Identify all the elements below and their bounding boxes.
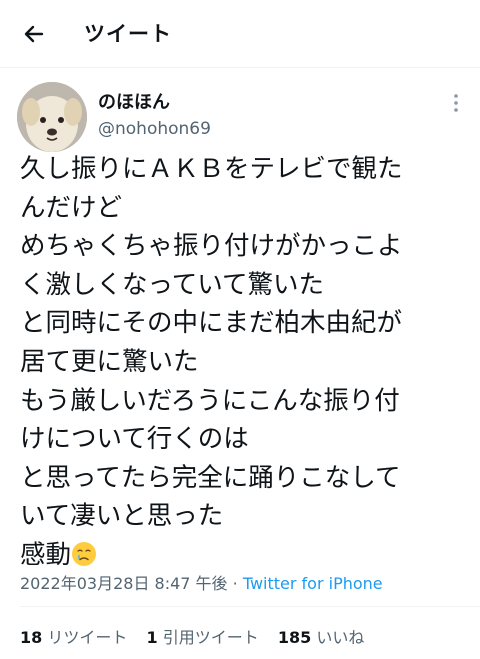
likes-label: いいね [316, 628, 365, 647]
more-vertical-icon [454, 94, 458, 112]
meta-separator: · [232, 574, 238, 593]
tweet-text: 久し振りにＡＫＢをテレビで観た んだけど めちゃくちゃ振り付けがかっこよ く激し… [20, 150, 470, 575]
retweets-label: リツイート [47, 628, 128, 647]
dog-avatar-image [17, 82, 87, 152]
avatar[interactable] [17, 82, 87, 152]
tweet-stats: 18 リツイート 1 引用ツイート 185 いいね [20, 624, 378, 648]
tweet-line: もう厳しいだろうにこんな振り付 [20, 385, 400, 416]
author-handle[interactable]: @nohohon69 [98, 119, 211, 139]
tweet-line: けについて行くのは [20, 424, 249, 455]
tweet-line: と思ってたら完全に踊りこなして [20, 462, 401, 493]
quotes-label: 引用ツイート [162, 628, 259, 647]
likes-count: 185 [277, 628, 312, 647]
divider [20, 606, 480, 607]
page-title: ツイート [84, 22, 172, 46]
crying-face-emoji-icon [72, 541, 97, 566]
likes-stat[interactable]: 185 いいね [278, 628, 365, 647]
top-bar: ツイート [0, 0, 480, 68]
tweet-line: んだけど [20, 192, 123, 223]
tweet-line: く激しくなっていて驚いた [20, 269, 324, 300]
tweet-line: 久し振りにＡＫＢをテレビで観た [20, 154, 403, 184]
tweet-line: と同時にその中にまだ柏木由紀が [20, 308, 402, 339]
quotes-stat[interactable]: 1 引用ツイート [146, 628, 258, 647]
author-name[interactable]: のほほん [98, 88, 170, 114]
retweets-count: 18 [20, 628, 43, 647]
tweet-timestamp[interactable]: 2022年03月28日 8:47 午後 [20, 574, 228, 593]
tweet-line: いて凄いと思った [20, 501, 224, 532]
tweet-line: めちゃくちゃ振り付けがかっこよ [20, 231, 403, 262]
retweets-stat[interactable]: 18 リツイート [20, 628, 127, 647]
tweet-source-link[interactable]: Twitter for iPhone [243, 574, 383, 593]
tweet-line-text: 感動 [20, 539, 72, 570]
back-button[interactable] [14, 14, 54, 54]
arrow-left-icon [24, 25, 44, 43]
tweet-line: 居て更に驚いた [20, 346, 199, 377]
quotes-count: 1 [146, 628, 158, 647]
tweet-meta: 2022年03月28日 8:47 午後 · Twitter for iPhone [20, 570, 383, 594]
tweet-line-last: 感動 [20, 536, 470, 575]
more-options-button[interactable] [444, 90, 468, 116]
